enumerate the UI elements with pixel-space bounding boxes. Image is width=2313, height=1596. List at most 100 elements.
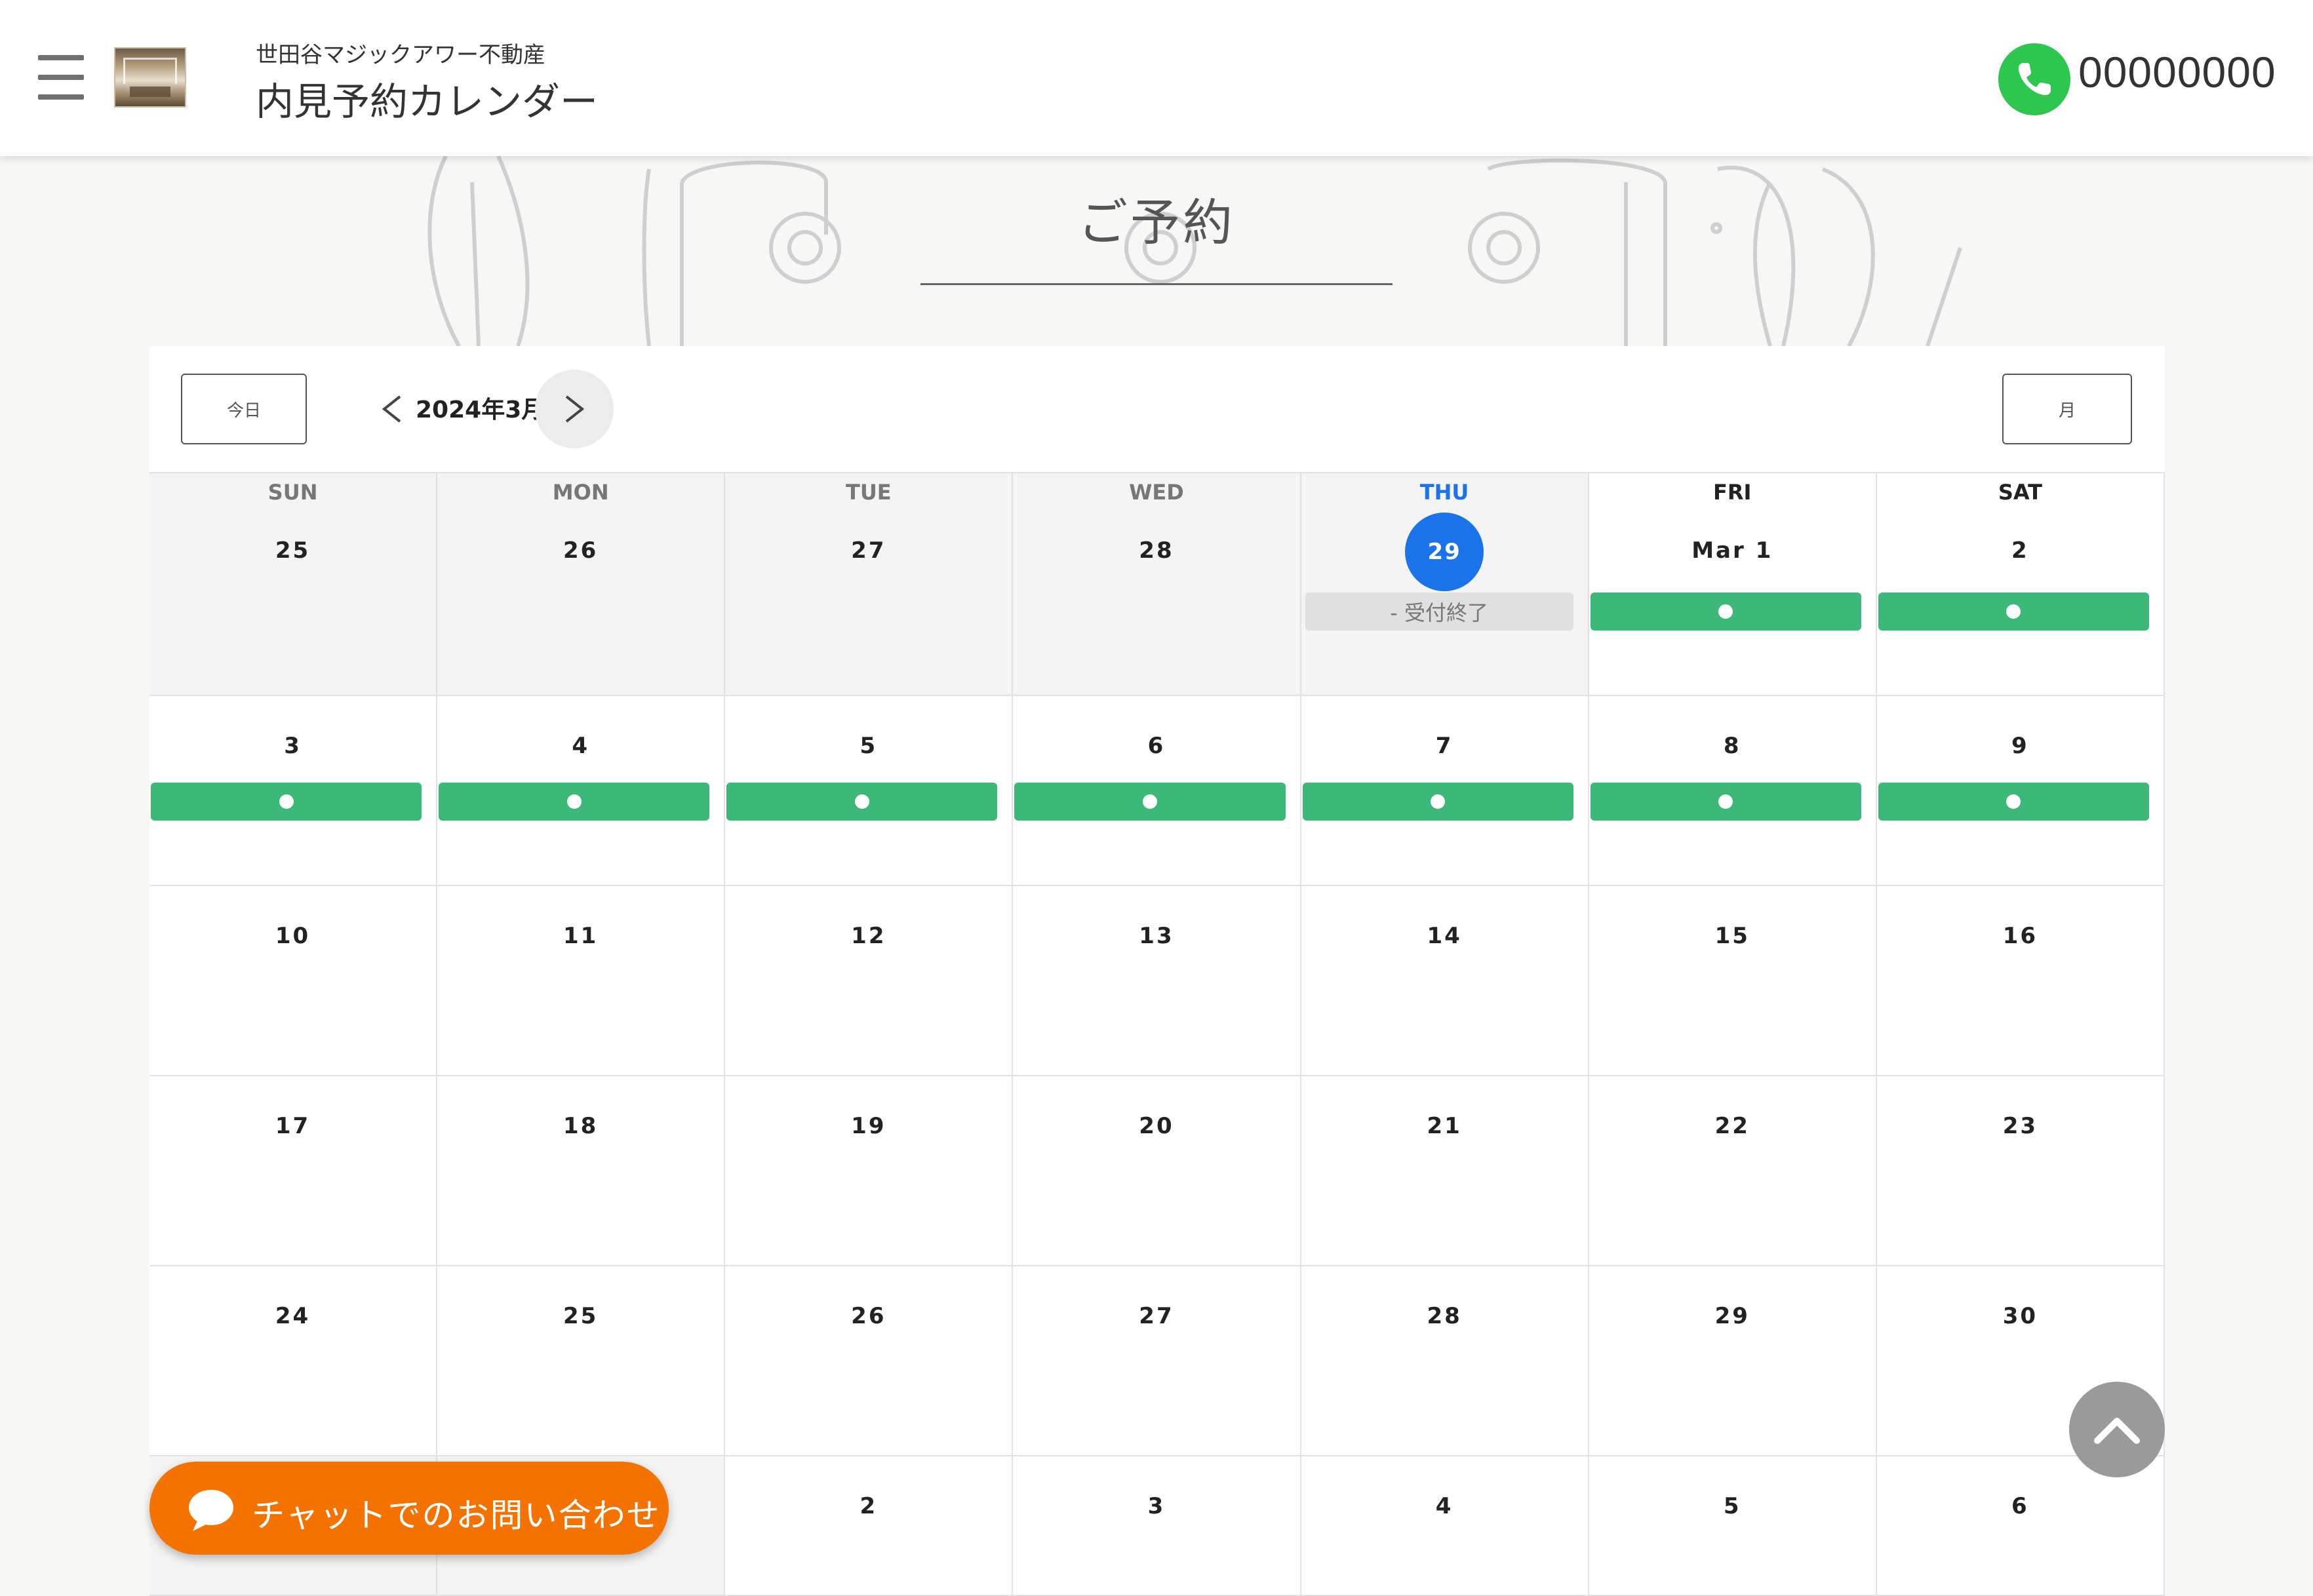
calendar-day-cell[interactable]: 25: [437, 1266, 726, 1456]
calendar-day-cell[interactable]: THU 29- 受付終了: [1301, 473, 1589, 696]
calendar-day-cell[interactable]: 23: [1876, 1076, 2165, 1266]
title-underline: [920, 283, 1393, 285]
weekday-header: TUE: [845, 480, 892, 505]
calendar-day-cell[interactable]: 3: [1013, 1456, 1301, 1596]
calendar-day-cell[interactable]: 3: [149, 696, 438, 886]
available-slot-bar[interactable]: [151, 783, 422, 821]
availability-dot-icon: [854, 794, 869, 809]
calendar-day-cell[interactable]: 10: [149, 886, 438, 1076]
site-header: 世田谷マジックアワー不動産 内見予約カレンダー 00000000: [0, 0, 2313, 156]
day-number: 2: [2011, 537, 2029, 564]
calendar-day-cell[interactable]: 27: [1013, 1266, 1301, 1456]
day-number: 25: [563, 1303, 599, 1329]
day-number: 27: [1139, 1303, 1174, 1329]
day-number: 11: [563, 923, 599, 949]
calendar-day-cell[interactable]: 2: [725, 1456, 1014, 1596]
day-number: 24: [275, 1303, 311, 1329]
calendar-day-cell[interactable]: 29: [1589, 1266, 1877, 1456]
day-number: 2: [860, 1493, 878, 1519]
calendar-grid: SUN 25 MON 26 TUE 27 WED 28 THU 29- 受付終了 FRI Mar 1S…: [149, 472, 2165, 1596]
calendar-day-cell[interactable]: 13: [1013, 886, 1301, 1076]
availability-dot-icon: [1142, 794, 1157, 809]
available-slot-bar[interactable]: [1878, 593, 2149, 631]
calendar-day-cell[interactable]: 11: [437, 886, 726, 1076]
day-number: 20: [1139, 1113, 1174, 1139]
availability-dot-icon: [1718, 604, 1733, 619]
chat-inquiry-label: チャットでのお問い合わせ: [252, 1496, 661, 1534]
calendar-day-cell[interactable]: 26: [725, 1266, 1014, 1456]
calendar-day-cell[interactable]: 24: [149, 1266, 438, 1456]
calendar-day-cell[interactable]: 14: [1301, 886, 1589, 1076]
available-slot-bar[interactable]: [1302, 783, 1573, 821]
day-number: 21: [1427, 1113, 1462, 1139]
calendar-day-cell[interactable]: 6: [1013, 696, 1301, 886]
day-number: 7: [1435, 733, 1453, 759]
available-slot-bar[interactable]: [726, 783, 998, 821]
availability-dot-icon: [2006, 794, 2021, 809]
calendar-day-cell[interactable]: SAT 2: [1876, 473, 2165, 696]
calendar-day-cell[interactable]: 16: [1876, 886, 2165, 1076]
available-slot-bar[interactable]: [1014, 783, 1286, 821]
day-number: 28: [1427, 1303, 1462, 1329]
calendar-day-cell[interactable]: 20: [1013, 1076, 1301, 1266]
calendar-day-cell[interactable]: 4: [1301, 1456, 1589, 1596]
chat-bubble-icon: [189, 1490, 233, 1531]
day-number: 3: [284, 733, 302, 759]
day-number: 10: [275, 923, 311, 949]
day-number: 3: [1147, 1493, 1166, 1519]
chat-inquiry-button[interactable]: チャットでのお問い合わせ: [149, 1462, 669, 1555]
day-number: 22: [1714, 1113, 1750, 1139]
day-number: 8: [1723, 733, 1741, 759]
calendar-day-cell[interactable]: WED 28: [1013, 473, 1301, 696]
phone-icon[interactable]: [1998, 43, 2070, 115]
month-view-button[interactable]: 月: [2002, 374, 2132, 444]
day-number: 19: [851, 1113, 886, 1139]
today-date-marker: 29: [1405, 513, 1484, 591]
day-number: 9: [2011, 733, 2029, 759]
day-number: 25: [275, 537, 311, 564]
calendar-day-cell[interactable]: 6: [1876, 1456, 2165, 1596]
next-month-icon[interactable]: [535, 370, 614, 448]
calendar-day-cell[interactable]: 18: [437, 1076, 726, 1266]
calendar-day-cell[interactable]: 7: [1301, 696, 1589, 886]
day-number: 5: [860, 733, 878, 759]
weekday-header: SAT: [1998, 480, 2042, 505]
calendar-day-cell[interactable]: 19: [725, 1076, 1014, 1266]
calendar-day-cell[interactable]: FRI Mar 1: [1589, 473, 1877, 696]
available-slot-bar[interactable]: [1590, 593, 1861, 631]
available-slot-bar[interactable]: [1590, 783, 1861, 821]
calendar-day-cell[interactable]: 8: [1589, 696, 1877, 886]
company-name: 世田谷マジックアワー不動産: [256, 42, 545, 68]
day-number: 30: [2002, 1303, 2038, 1329]
calendar-day-cell[interactable]: 12: [725, 886, 1014, 1076]
weekday-header: MON: [552, 480, 609, 505]
calendar-day-cell[interactable]: 22: [1589, 1076, 1877, 1266]
availability-dot-icon: [566, 794, 582, 809]
phone-number[interactable]: 00000000: [2078, 47, 2276, 97]
calendar-day-cell[interactable]: 5: [725, 696, 1014, 886]
reservation-title: ご予約: [1078, 193, 1235, 252]
calendar-day-cell[interactable]: 15: [1589, 886, 1877, 1076]
available-slot-bar[interactable]: [1878, 783, 2149, 821]
today-button[interactable]: 今日: [181, 374, 307, 444]
calendar-day-cell[interactable]: 9: [1876, 696, 2165, 886]
calendar-day-cell[interactable]: 4: [437, 696, 726, 886]
weekday-header: SUN: [267, 480, 318, 505]
weekday-header: FRI: [1713, 480, 1752, 505]
calendar-day-cell[interactable]: 17: [149, 1076, 438, 1266]
prev-month-icon[interactable]: [359, 374, 425, 444]
day-number: 4: [1435, 1493, 1453, 1519]
logo-thumbnail[interactable]: [114, 47, 186, 107]
hamburger-menu-icon[interactable]: [38, 55, 84, 101]
calendar-day-cell[interactable]: 28: [1301, 1266, 1589, 1456]
weekday-header: WED: [1129, 480, 1184, 505]
calendar-day-cell[interactable]: 5: [1589, 1456, 1877, 1596]
calendar-day-cell[interactable]: TUE 27: [725, 473, 1014, 696]
calendar-day-cell[interactable]: MON 26: [437, 473, 726, 696]
calendar-day-cell[interactable]: 21: [1301, 1076, 1589, 1266]
scroll-to-top-button[interactable]: [2069, 1382, 2165, 1477]
month-label: 2024年3月: [416, 397, 545, 423]
available-slot-bar[interactable]: [439, 783, 710, 821]
calendar-day-cell[interactable]: SUN 25: [149, 473, 438, 696]
day-number: 16: [2002, 923, 2038, 949]
